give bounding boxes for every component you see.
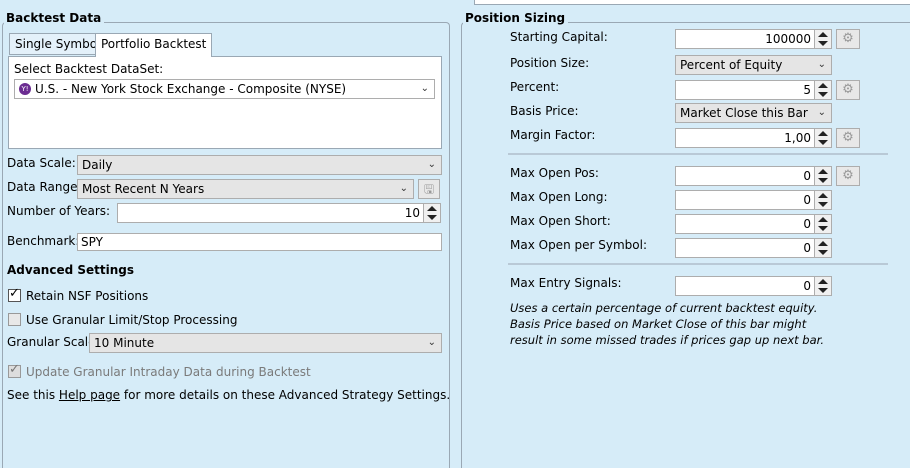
help-page-link[interactable]: Help page (59, 388, 120, 402)
help-text: See this Help page for more details on t… (7, 387, 450, 403)
data-range-label: Data Range: (7, 180, 82, 194)
max-open-long-label: Max Open Long: (510, 190, 608, 204)
max-open-pos-spin[interactable] (814, 167, 831, 185)
max-open-short-value: 0 (803, 217, 811, 231)
benchmark-input[interactable]: SPY (77, 233, 442, 251)
max-entry-spin[interactable] (814, 277, 831, 295)
chevron-down-icon: ⌄ (817, 107, 826, 118)
percent-spin[interactable] (814, 81, 831, 99)
gear-icon[interactable]: ⚙ (836, 128, 860, 148)
max-open-symbol-value: 0 (803, 241, 811, 255)
benchmark-label: Benchmark: (7, 234, 80, 248)
margin-factor-value: 1,00 (784, 131, 811, 145)
save-icon[interactable]: 🖫 (418, 179, 440, 199)
retain-nsf-label: Retain NSF Positions (26, 289, 149, 303)
position-sizing-description: Uses a certain percentage of current bac… (510, 301, 824, 347)
chevron-down-icon: ⌄ (427, 159, 436, 170)
years-spin[interactable] (423, 204, 440, 222)
data-scale-select[interactable]: Daily ⌄ (77, 155, 442, 175)
years-value: 10 (404, 206, 420, 220)
tab-single-symbol[interactable]: Single Symbol (9, 33, 107, 55)
advanced-settings-title: Advanced Settings (7, 263, 135, 277)
gear-icon[interactable]: ⚙ (836, 29, 860, 49)
starting-capital-stepper[interactable]: 100000 (675, 29, 832, 49)
tab-portfolio-backtest[interactable]: Portfolio Backtest (95, 33, 213, 57)
dataset-icon: Y! (19, 83, 31, 95)
max-open-pos-value: 0 (803, 169, 811, 183)
top-strip (474, 0, 910, 5)
basis-price-select[interactable]: Market Close this Bar ⌄ (675, 103, 832, 123)
max-open-symbol-stepper[interactable]: 0 (675, 238, 832, 258)
divider (508, 263, 888, 265)
margin-factor-stepper[interactable]: 1,00 (675, 128, 832, 148)
max-open-symbol-spin[interactable] (814, 239, 831, 257)
position-sizing-title: Position Sizing (463, 11, 569, 25)
dataset-select[interactable]: Y! U.S. - New York Stock Exchange - Comp… (14, 79, 435, 99)
chevron-down-icon: ⌄ (399, 183, 408, 194)
max-open-short-spin[interactable] (814, 215, 831, 233)
divider (508, 153, 888, 155)
chevron-down-icon: ⌄ (420, 83, 429, 94)
data-scale-label: Data Scale: (7, 156, 76, 170)
dataset-label: Select Backtest DataSet: (14, 62, 164, 76)
max-entry-label: Max Entry Signals: (510, 276, 622, 290)
max-open-short-stepper[interactable]: 0 (675, 214, 832, 234)
data-scale-value: Daily (82, 158, 113, 172)
position-size-select[interactable]: Percent of Equity ⌄ (675, 55, 832, 75)
max-open-long-value: 0 (803, 193, 811, 207)
chevron-down-icon: ⌄ (817, 59, 826, 70)
years-stepper[interactable]: 10 (117, 203, 441, 223)
max-entry-stepper[interactable]: 0 (675, 276, 832, 296)
basis-price-label: Basis Price: (510, 104, 579, 118)
dataset-value: U.S. - New York Stock Exchange - Composi… (35, 82, 347, 96)
percent-label: Percent: (510, 80, 560, 94)
max-entry-value: 0 (803, 279, 811, 293)
update-intraday-label: Update Granular Intraday Data during Bac… (26, 365, 311, 379)
margin-factor-spin[interactable] (814, 129, 831, 147)
backtest-data-title: Backtest Data (4, 11, 105, 25)
max-open-pos-label: Max Open Pos: (510, 166, 599, 180)
granular-scale-label: Granular Scale (7, 335, 96, 349)
granular-scale-value: 10 Minute (94, 336, 155, 350)
max-open-pos-stepper[interactable]: 0 (675, 166, 832, 186)
granular-checkbox[interactable] (8, 313, 21, 326)
starting-capital-label: Starting Capital: (510, 30, 608, 44)
gear-icon[interactable]: ⚙ (836, 80, 860, 100)
margin-factor-label: Margin Factor: (510, 128, 596, 142)
starting-capital-spin[interactable] (814, 30, 831, 48)
granular-label: Use Granular Limit/Stop Processing (26, 313, 238, 327)
retain-nsf-checkbox[interactable] (8, 286, 21, 302)
years-label: Number of Years: (7, 204, 111, 218)
position-size-value: Percent of Equity (680, 58, 783, 72)
chevron-down-icon: ⌄ (427, 337, 436, 348)
basis-price-value: Market Close this Bar (680, 106, 808, 120)
granular-scale-select[interactable]: 10 Minute ⌄ (89, 333, 442, 353)
max-open-short-label: Max Open Short: (510, 214, 611, 228)
update-intraday-checkbox[interactable] (8, 362, 21, 378)
help-suffix: for more details on these Advanced Strat… (120, 388, 451, 402)
max-open-long-spin[interactable] (814, 191, 831, 209)
data-range-value: Most Recent N Years (82, 182, 205, 196)
help-prefix: See this (7, 388, 59, 402)
max-open-symbol-label: Max Open per Symbol: (510, 238, 647, 252)
starting-capital-value: 100000 (765, 32, 811, 46)
percent-stepper[interactable]: 5 (675, 80, 832, 100)
percent-value: 5 (803, 83, 811, 97)
position-size-label: Position Size: (510, 56, 590, 70)
gear-icon[interactable]: ⚙ (836, 166, 860, 186)
data-range-select[interactable]: Most Recent N Years ⌄ (77, 179, 414, 199)
max-open-long-stepper[interactable]: 0 (675, 190, 832, 210)
